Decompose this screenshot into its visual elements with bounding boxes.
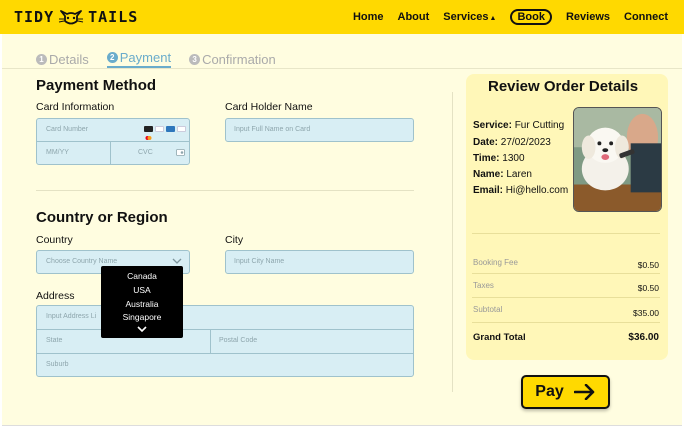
address-label: Address (36, 290, 75, 302)
service-label: Service: (473, 120, 512, 131)
name-label: Name: (473, 169, 504, 180)
brand-word-tails: TAILS (88, 8, 139, 26)
brand-logo[interactable]: TIDY TAILS (14, 7, 138, 27)
cvc-input[interactable]: CVC (138, 149, 153, 156)
step-payment[interactable]: 2 Payment (106, 50, 172, 68)
review-divider (472, 273, 660, 274)
mastercard-icon (144, 126, 153, 140)
name-value: Laren (506, 169, 532, 180)
dropdown-option-usa[interactable]: USA (101, 284, 183, 298)
nav-connect[interactable]: Connect (624, 11, 668, 23)
step-details[interactable]: 1 Details (36, 50, 89, 68)
address-input[interactable]: Input Address Li (46, 313, 96, 320)
review-date: Date: 27/02/2023 (473, 137, 551, 148)
booking-fee-label: Booking Fee (473, 258, 518, 267)
state-input[interactable]: State (46, 337, 62, 344)
time-value: 1300 (502, 153, 525, 164)
review-service: Service: Fur Cutting (473, 120, 564, 131)
nav-home[interactable]: Home (353, 11, 384, 23)
payment-method-title: Payment Method (36, 77, 157, 94)
step-number: 3 (189, 53, 201, 65)
cat-icon (59, 10, 84, 25)
time-label: Time: (473, 153, 500, 164)
review-name: Name: Laren (473, 169, 532, 180)
step-number: 1 (36, 53, 47, 65)
date-value: 27/02/2023 (500, 137, 551, 148)
pay-button-label: Pay (535, 383, 564, 400)
nav-reviews[interactable]: Reviews (566, 11, 610, 23)
section-divider (36, 190, 414, 191)
dropdown-option-australia[interactable]: Australia (101, 298, 183, 312)
suburb-input[interactable]: Suburb (46, 361, 69, 368)
postal-code-input[interactable]: Postal Code (219, 337, 257, 344)
city-input[interactable]: Input City Name (234, 258, 284, 265)
visa-icon (155, 126, 164, 132)
review-email: Email: Hi@hello.com (473, 185, 568, 196)
subtotal-label: Subtotal (473, 305, 503, 314)
review-divider (472, 322, 660, 323)
taxes-label: Taxes (473, 281, 494, 290)
subtotal-value: $35.00 (633, 308, 659, 318)
chevron-down-icon[interactable] (172, 258, 182, 264)
column-divider (452, 92, 453, 392)
card-number-input[interactable]: Card Number (46, 126, 88, 133)
grand-total-label: Grand Total (473, 332, 526, 343)
nav-services[interactable]: Services▲ (443, 11, 496, 23)
email-label: Email: (473, 185, 504, 196)
amex-icon (166, 126, 175, 132)
step-confirmation[interactable]: 3 Confirmation (189, 50, 276, 68)
step-label: Confirmation (202, 51, 276, 67)
country-region-title: Country or Region (36, 209, 168, 226)
nav-about[interactable]: About (398, 11, 430, 23)
card-field-divider (37, 141, 189, 142)
dog-grooming-photo (573, 107, 662, 212)
card-holder-label: Card Holder Name (225, 101, 313, 113)
review-divider (472, 233, 660, 234)
card-info-label: Card Information (36, 101, 115, 113)
date-label: Date: (473, 137, 499, 148)
step-number: 2 (106, 52, 118, 63)
step-label: Payment (119, 50, 172, 65)
step-indicator: 1 Details 2 Payment 3 Confirmation (36, 50, 276, 68)
discover-icon (177, 126, 186, 132)
dropdown-option-singapore[interactable]: Singapore (101, 311, 183, 325)
address-divider (37, 353, 413, 354)
card-field-divider-vertical (110, 142, 111, 164)
cvc-card-icon (176, 149, 185, 156)
city-label: City (225, 234, 244, 246)
email-value: Hi@hello.com (505, 185, 569, 196)
address-divider (37, 329, 413, 330)
scroll-down-chevron-icon[interactable] (101, 325, 183, 335)
review-divider (472, 297, 660, 298)
card-holder-input[interactable]: Input Full Name on Card (234, 126, 310, 133)
nav-book[interactable]: Book (510, 9, 552, 25)
service-value: Fur Cutting (514, 120, 565, 131)
steps-divider (2, 68, 682, 69)
main-nav: Home About Services▲ Book Reviews Connec… (353, 9, 668, 25)
review-order-title: Review Order Details (488, 78, 639, 95)
booking-fee-value: $0.50 (637, 260, 659, 270)
review-time: Time: 1300 (473, 153, 525, 164)
expiry-input[interactable]: MM/YY (46, 149, 69, 156)
arrow-right-icon (573, 384, 595, 400)
dropdown-option-canada[interactable]: Canada (101, 270, 183, 284)
country-label: Country (36, 234, 73, 246)
country-dropdown-menu: Canada USA Australia Singapore (101, 266, 183, 338)
step-label: Details (49, 51, 89, 67)
caret-up-icon: ▲ (489, 15, 497, 22)
country-select-placeholder: Choose Country Name (46, 258, 118, 265)
grand-total-value: $36.00 (628, 332, 659, 343)
pay-button[interactable]: Pay (521, 375, 610, 409)
address-divider-vertical (210, 330, 211, 353)
taxes-value: $0.50 (637, 283, 659, 293)
nav-services-label: Services (443, 11, 489, 23)
card-brand-icons (144, 126, 186, 140)
brand-word-tidy: TIDY (14, 8, 55, 26)
